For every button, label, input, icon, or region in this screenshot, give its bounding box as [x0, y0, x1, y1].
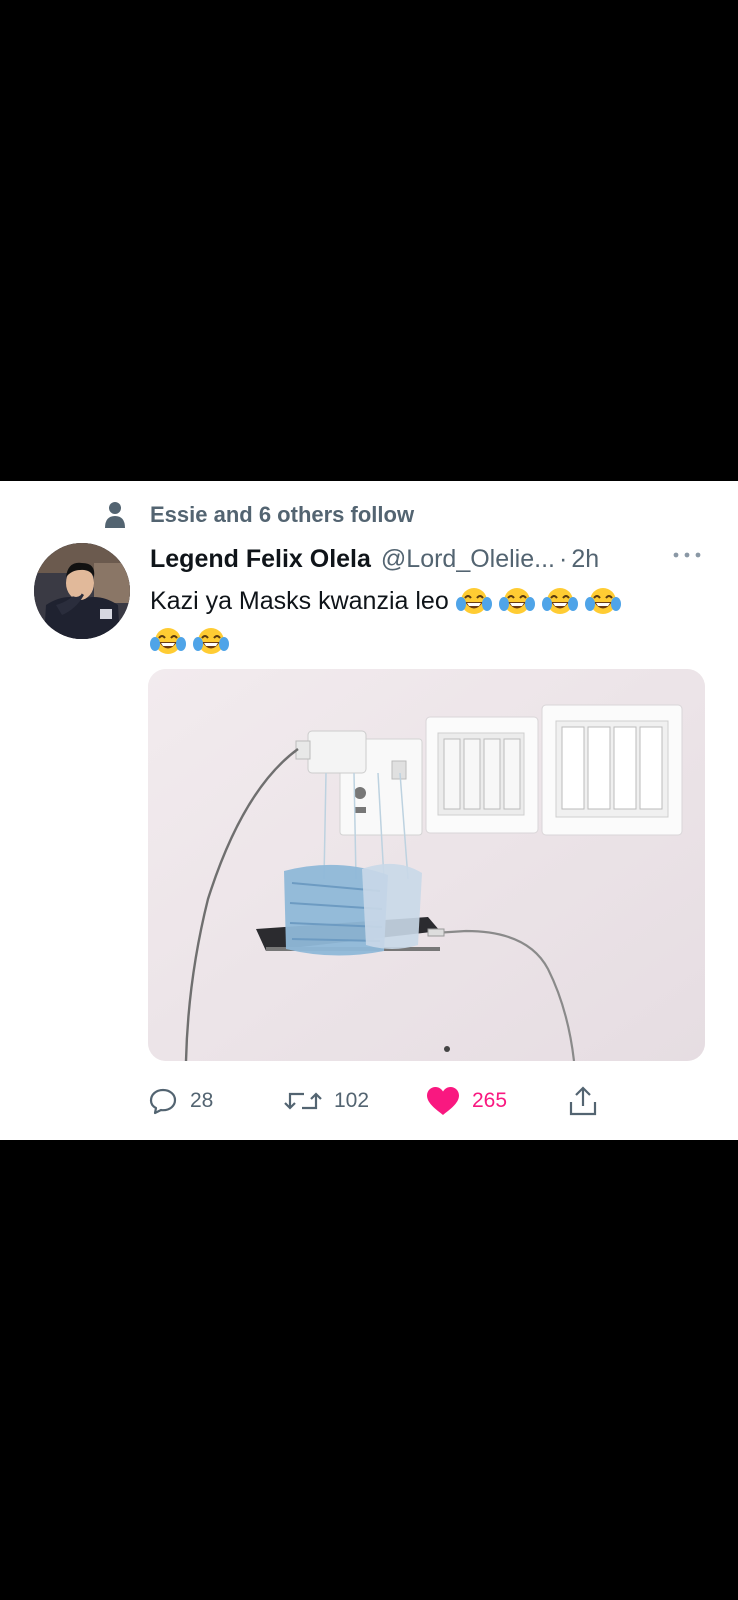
media-indicator-dot	[444, 1046, 450, 1052]
retweet-icon	[284, 1092, 322, 1110]
separator: ·	[558, 544, 568, 573]
avatar[interactable]	[34, 543, 130, 639]
photo-image	[148, 669, 705, 1061]
tweet-actions: 28 102 265	[148, 1081, 708, 1121]
tears-of-joy-emoji	[541, 588, 578, 615]
retweet-button[interactable]: 102	[284, 1081, 369, 1121]
reply-button[interactable]: 28	[148, 1081, 213, 1121]
like-count: 265	[472, 1089, 508, 1112]
person-icon	[105, 502, 125, 528]
heart-icon	[427, 1087, 459, 1115]
tweet-time[interactable]: 2h	[571, 545, 599, 574]
author-handle[interactable]: @Lord_Olelie...	[381, 545, 555, 574]
tweet-header: Legend Felix Olela @Lord_Olelie... · 2h	[150, 541, 720, 577]
social-context: Essie and 6 others follow	[104, 499, 414, 531]
share-icon	[569, 1086, 597, 1116]
reply-count: 28	[190, 1089, 214, 1112]
tears-of-joy-emoji	[193, 628, 229, 655]
more-options-icon[interactable]	[670, 545, 704, 565]
avatar-image	[34, 543, 130, 639]
tweet-photo[interactable]	[148, 669, 705, 1061]
tears-of-joy-emoji	[150, 628, 186, 655]
like-button[interactable]: 265	[426, 1081, 507, 1121]
tweet-text-content: Kazi ya Masks kwanzia leo	[150, 587, 449, 615]
tears-of-joy-emoji	[455, 588, 492, 615]
tweet-card[interactable]: Essie and 6 others follow Legend Felix O…	[0, 481, 738, 1140]
share-button[interactable]	[568, 1081, 598, 1121]
retweet-count: 102	[334, 1089, 370, 1112]
reply-icon	[149, 1088, 177, 1115]
social-context-text: Essie and 6 others follow	[150, 502, 415, 527]
tears-of-joy-emoji	[584, 588, 621, 615]
tears-of-joy-emoji	[498, 588, 535, 615]
tweet-text: Kazi ya Masks kwanzia leo	[150, 581, 710, 661]
author-name[interactable]: Legend Felix Olela	[150, 545, 371, 574]
